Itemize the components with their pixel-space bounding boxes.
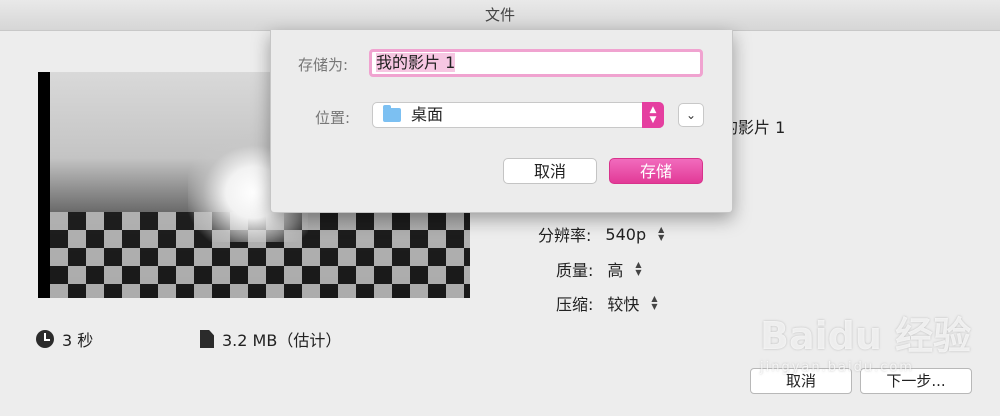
resolution-row: 分辨率: 540p ▲ ▼ (538, 222, 664, 246)
save-as-label: 存储为: (298, 56, 349, 74)
folder-icon (383, 105, 401, 122)
resolution-value[interactable]: 540p (605, 225, 646, 244)
share-window: 文件 3 秒 3.2 MB（估计） 的影片 1 分辨率: 540p ▲ ▼ 质量:… (0, 0, 1000, 416)
compress-value[interactable]: 较快 (607, 291, 639, 315)
save-button[interactable]: 存储 (609, 158, 703, 184)
expand-button[interactable]: ⌄ (678, 103, 704, 127)
window-title: 文件 (0, 0, 1000, 31)
quality-value[interactable]: 高 (607, 257, 623, 281)
duration-info: 3 秒 (36, 327, 93, 351)
chevron-down-icon: ⌄ (685, 108, 697, 122)
duration-text: 3 秒 (62, 331, 94, 350)
location-popup[interactable]: 桌面 ▲ ▼ (372, 102, 664, 128)
cancel-button[interactable]: 取消 (503, 158, 597, 184)
quality-label: 质量: (556, 261, 594, 280)
compress-label: 压缩: (556, 295, 594, 314)
watermark-url: jingyan.baidu.com (760, 360, 914, 375)
size-info: 3.2 MB（估计） (200, 327, 341, 351)
filename-text: 我的影片 1 (376, 53, 456, 72)
save-sheet: 存储为: 我的影片 1 位置: 桌面 ▲ ▼ ⌄ 取消 存储 (270, 30, 733, 213)
location-label: 位置: (315, 109, 351, 127)
clock-icon (36, 330, 54, 348)
watermark-brand: Baidu 经验 (760, 314, 972, 358)
stepper-icon[interactable]: ▲ ▼ (651, 295, 657, 311)
compress-row: 压缩: 较快 ▲ ▼ (556, 291, 658, 315)
location-value: 桌面 (411, 105, 444, 124)
popup-arrows-icon: ▲ ▼ (642, 102, 664, 128)
filename-input[interactable]: 我的影片 1 (369, 49, 703, 77)
watermark: Baidu 经验 jingyan.baidu.com (760, 305, 971, 375)
stepper-icon[interactable]: ▲ ▼ (635, 261, 641, 277)
stepper-icon[interactable]: ▲ ▼ (658, 226, 664, 242)
size-text: 3.2 MB（估计） (222, 331, 342, 350)
resolution-label: 分辨率: (538, 226, 592, 245)
document-icon (200, 330, 214, 348)
quality-row: 质量: 高 ▲ ▼ (556, 257, 642, 281)
